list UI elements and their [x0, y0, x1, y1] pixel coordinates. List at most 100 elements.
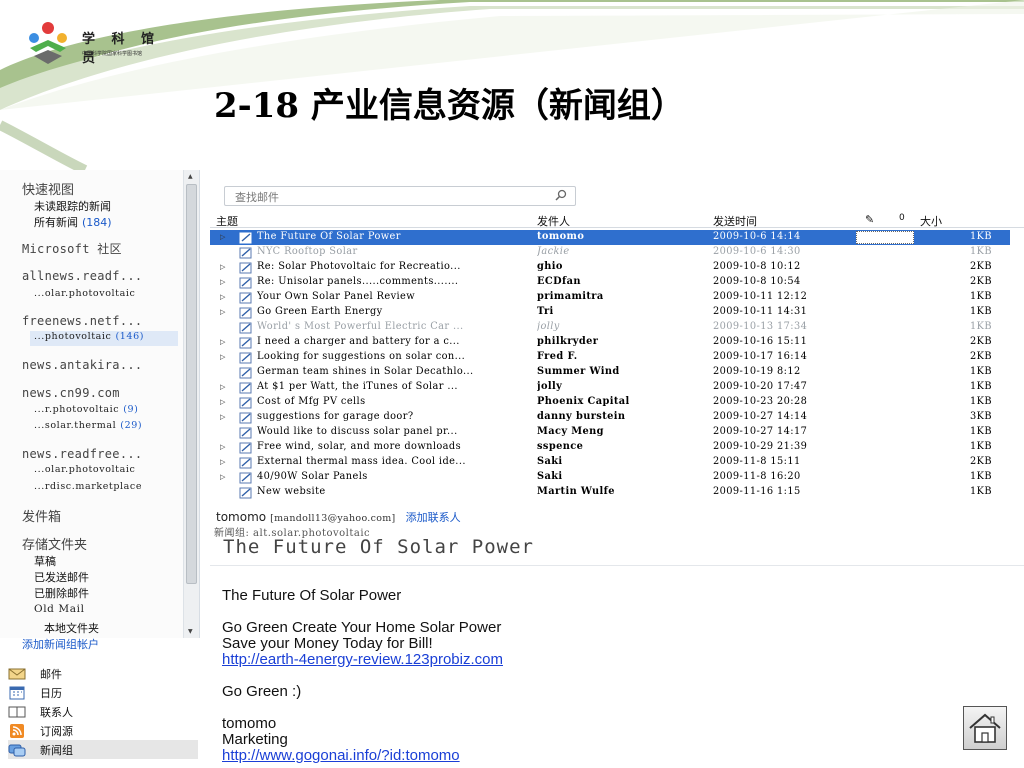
message-from-cell: danny burstein	[537, 411, 626, 422]
sender-line: tomomo [mandoll13@yahoo.com] 添加联系人	[216, 509, 461, 525]
thread-expand-icon[interactable]: ▷	[220, 413, 230, 421]
newsgroup-item[interactable]: ...rdisc.marketplace	[34, 481, 142, 492]
column-from[interactable]: 发件人	[537, 213, 570, 229]
message-date-cell: 2009-10-19 8:12	[713, 366, 801, 377]
message-row[interactable]: ▷ suggestions for garage door? danny burst…	[210, 410, 1010, 425]
folder-all-news[interactable]: 所有新闻 (184)	[34, 214, 112, 230]
message-row[interactable]: NYC Rooftop Solar Jackie 2009-10-6 14:30 1K…	[210, 245, 1010, 260]
newsgroup-item-selected[interactable]: ...photovoltaic (146)	[30, 331, 178, 346]
thread-expand-icon[interactable]: ▷	[220, 293, 230, 301]
nav-newsgroups[interactable]: 新闻组	[8, 740, 198, 759]
scrollbar-thumb[interactable]	[186, 184, 197, 584]
search-icon[interactable]	[555, 189, 567, 201]
message-row[interactable]: ▷ Go Green Earth Energy Tri 2009-10-11 14:3…	[210, 305, 1010, 320]
thread-expand-icon[interactable]: ▷	[220, 458, 230, 466]
message-row[interactable]: ▷ The Future Of Solar Power tomomo 2009-10-…	[210, 230, 1010, 245]
thread-expand-icon[interactable]: ▷	[220, 263, 230, 271]
body-line: The Future Of Solar Power	[222, 587, 402, 604]
search-input[interactable]: 查找邮件	[224, 186, 576, 206]
thread-expand-icon[interactable]: ▷	[220, 278, 230, 286]
message-row[interactable]: ▷ 40/90W Solar Panels Saki 2009-11-8 16:20 1…	[210, 470, 1010, 485]
flag-cell[interactable]	[856, 231, 914, 244]
folder-old-mail[interactable]: Old Mail	[34, 603, 85, 615]
message-subject-cell: I need a charger and battery for a c...	[257, 336, 460, 347]
message-subject-cell: The Future Of Solar Power	[257, 231, 401, 242]
nav-mail[interactable]: 邮件	[8, 664, 198, 683]
folder-local[interactable]: 本地文件夹	[44, 620, 99, 636]
server-antakira[interactable]: news.antakira...	[22, 358, 142, 372]
body-line: Save your Money Today for Bill!	[222, 635, 433, 652]
message-size-cell: 1KB	[970, 366, 992, 377]
newsgroup-item[interactable]: ...r.photovoltaic (9)	[34, 404, 138, 415]
folder-all-news-count: (184)	[82, 216, 112, 229]
folder-deleted[interactable]: 已删除邮件	[34, 585, 89, 601]
server-allnews[interactable]: allnews.readf...	[22, 269, 142, 283]
column-sent[interactable]: 发送时间	[713, 213, 757, 229]
message-date-cell: 2009-10-23 20:28	[713, 396, 808, 407]
thread-expand-icon[interactable]: ▷	[220, 308, 230, 316]
server-cn99[interactable]: news.cn99.com	[22, 386, 120, 400]
thread-expand-icon[interactable]: ▷	[220, 443, 230, 451]
server-readfree[interactable]: news.readfree...	[22, 447, 142, 461]
message-row[interactable]: Would like to discuss solar panel pr... M…	[210, 425, 1010, 440]
message-row[interactable]: German team shines in Solar Decathlo... S…	[210, 365, 1010, 380]
message-size-cell: 2KB	[970, 276, 992, 287]
thread-expand-icon[interactable]: ▷	[220, 233, 230, 241]
message-row[interactable]: ▷ At $1 per Watt, the iTunes of Solar ...…	[210, 380, 1010, 395]
message-size-cell: 2KB	[970, 456, 992, 467]
add-contact-link[interactable]: 添加联系人	[406, 511, 461, 524]
message-row[interactable]: World' s Most Powerful Electric Car ... j…	[210, 320, 1010, 335]
column-attachment-icon[interactable]: 0	[899, 213, 905, 223]
message-row[interactable]: ▷ External thermal mass idea. Cool ide...…	[210, 455, 1010, 470]
thread-expand-icon[interactable]: ▷	[220, 473, 230, 481]
message-row[interactable]: ▷ Re: Solar Photovoltaic for Recreatio...…	[210, 260, 1010, 275]
nav-contacts[interactable]: 联系人	[8, 702, 198, 721]
scroll-down-icon[interactable]: ▼	[188, 628, 193, 635]
scroll-up-icon[interactable]: ▲	[188, 173, 193, 180]
thread-expand-icon[interactable]: ▷	[220, 383, 230, 391]
thread-expand-icon[interactable]: ▷	[220, 353, 230, 361]
nav-newsgroups-label: 新闻组	[40, 743, 73, 757]
newsgroup-item-label: ...photovoltaic	[34, 331, 112, 342]
column-flag-icon[interactable]: ✎	[865, 213, 874, 226]
message-row[interactable]: ▷ Free wind, solar, and more downloads ssp…	[210, 440, 1010, 455]
thread-expand-icon[interactable]: ▷	[220, 338, 230, 346]
message-row[interactable]: ▷ Looking for suggestions on solar con...…	[210, 350, 1010, 365]
message-row[interactable]: New website Martin Wulfe 2009-11-16 1:15 1K…	[210, 485, 1010, 500]
newsgroup-item[interactable]: ...olar.photovoltaic	[34, 288, 135, 299]
newsgroup-item[interactable]: ...olar.photovoltaic	[34, 464, 135, 475]
storage-folders-heading[interactable]: 存储文件夹	[22, 534, 87, 553]
body-link[interactable]: http://www.gogonai.info/?id:tomomo	[222, 747, 460, 764]
message-subject-cell: New website	[257, 486, 326, 497]
message-row[interactable]: ▷ Re: Unisolar panels.....comments.......…	[210, 275, 1010, 290]
server-freenews[interactable]: freenews.netf...	[22, 314, 142, 328]
nav-feeds[interactable]: 订阅源	[8, 721, 198, 740]
folder-pane-scrollbar[interactable]: ▲ ▼	[183, 170, 199, 638]
newsgroup-item[interactable]: ...solar.thermal (29)	[34, 420, 142, 431]
nav-calendar[interactable]: 日历	[8, 683, 198, 702]
message-subject-cell: Would like to discuss solar panel pr...	[257, 426, 458, 437]
quick-views-heading[interactable]: 快速视图	[22, 179, 74, 198]
folder-unread-tracked[interactable]: 未读跟踪的新闻	[34, 198, 111, 214]
message-date-cell: 2009-10-13 17:34	[713, 321, 808, 332]
message-icon	[239, 232, 253, 244]
message-date-cell: 2009-11-8 16:20	[713, 471, 801, 482]
ms-community-heading[interactable]: Microsoft 社区	[22, 240, 122, 257]
message-from-cell: ghio	[537, 261, 563, 272]
message-icon	[239, 307, 253, 319]
home-button[interactable]	[963, 706, 1007, 750]
message-row[interactable]: ▷ Your Own Solar Panel Review primamitra 20…	[210, 290, 1010, 305]
message-icon	[239, 322, 253, 334]
outbox-folder[interactable]: 发件箱	[22, 506, 61, 525]
message-row[interactable]: ▷ Cost of Mfg PV cells Phoenix Capital 2009…	[210, 395, 1010, 410]
body-link[interactable]: http://earth-4energy-review.123probiz.co…	[222, 651, 503, 668]
logo-icon	[29, 22, 67, 64]
thread-expand-icon[interactable]: ▷	[220, 398, 230, 406]
folder-drafts[interactable]: 草稿	[34, 553, 56, 569]
message-from-cell: primamitra	[537, 291, 604, 302]
folder-sent[interactable]: 已发送邮件	[34, 569, 89, 585]
message-size-cell: 1KB	[970, 396, 992, 407]
column-size[interactable]: 大小	[920, 213, 942, 229]
message-row[interactable]: ▷ I need a charger and battery for a c...…	[210, 335, 1010, 350]
column-subject[interactable]: 主题	[216, 213, 238, 229]
